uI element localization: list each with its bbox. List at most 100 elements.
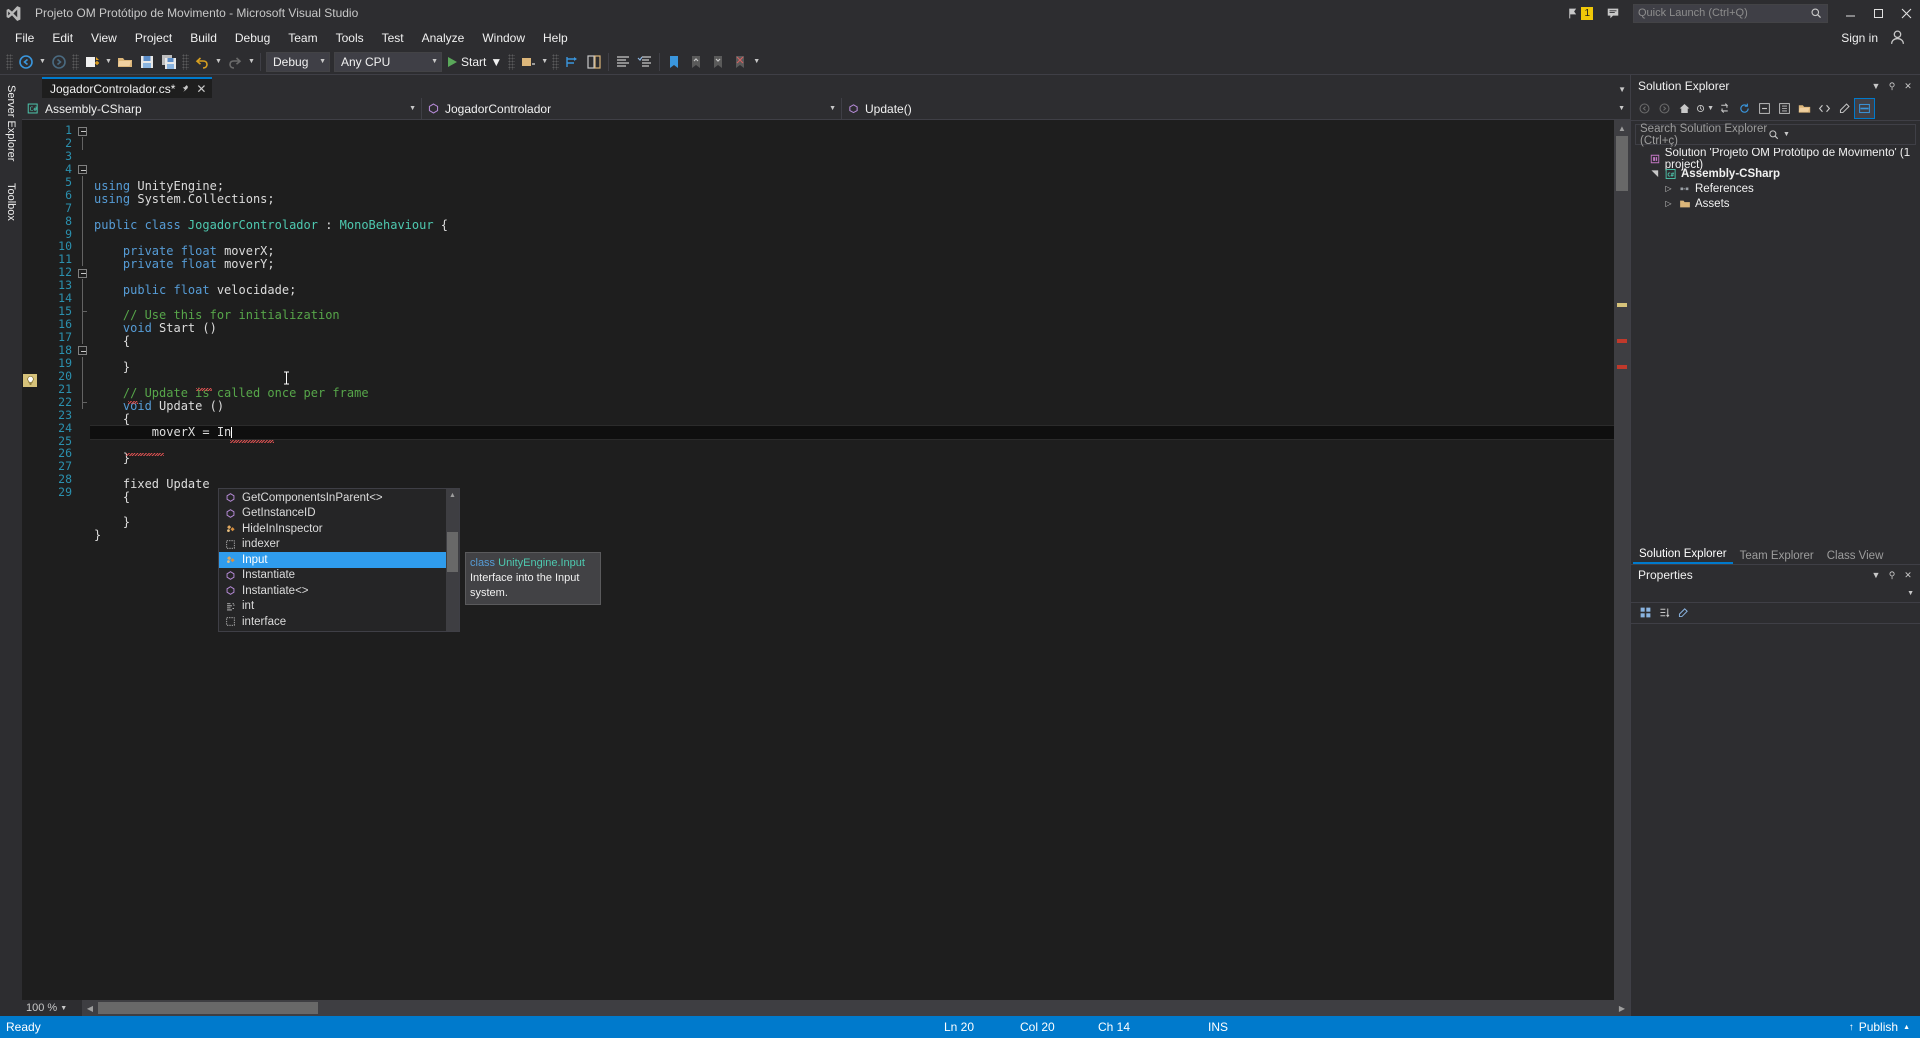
notifications-indicator[interactable]: 1	[1566, 6, 1593, 20]
home-icon[interactable]	[1675, 99, 1694, 118]
fold-collapse-icon[interactable]	[78, 165, 87, 175]
navbar-type-dropdown[interactable]: JogadorControlador ▼	[422, 97, 842, 120]
dropdown-icon[interactable]: ▼	[1868, 78, 1884, 94]
attach-dropdown[interactable]: ▼	[539, 51, 550, 73]
code-line[interactable]: // Use this for initialization	[90, 309, 1614, 322]
fold-collapse-icon[interactable]	[78, 126, 87, 136]
navbar-member-dropdown[interactable]: Update() ▼	[842, 98, 1630, 120]
back-icon[interactable]	[1635, 99, 1654, 118]
code-line[interactable]: public class JogadorControlador : MonoBe…	[90, 218, 1614, 232]
fold-marker[interactable]	[76, 124, 90, 137]
close-icon[interactable]: ✕	[1900, 567, 1916, 583]
menu-file[interactable]: File	[6, 28, 43, 48]
horizontal-scrollbar-thumb[interactable]	[98, 1002, 318, 1014]
toolbar-grip-5[interactable]	[552, 53, 560, 70]
redo-icon[interactable]	[224, 51, 246, 73]
fold-marker[interactable]	[76, 163, 90, 176]
tree-node[interactable]: ▷ References	[1631, 181, 1920, 196]
close-icon[interactable]: ✕	[1900, 78, 1916, 94]
platform-combo[interactable]: Any CPU ▼	[334, 51, 442, 72]
window-layout-icon[interactable]	[583, 51, 605, 73]
collapse-arrow-icon[interactable]: ▷	[1663, 183, 1674, 194]
bookmark-icon[interactable]	[663, 51, 685, 73]
completion-item[interactable]: GetInstanceID	[219, 506, 446, 522]
code-folding-margin[interactable]	[76, 120, 90, 1000]
toolbar-grip-4[interactable]	[508, 53, 516, 70]
completion-item[interactable]: HideInInspector	[219, 521, 446, 537]
comment-icon[interactable]	[612, 51, 634, 73]
pin-icon[interactable]	[181, 84, 190, 93]
publish-button[interactable]: ↑ Publish ▲	[1849, 1020, 1910, 1034]
search-solution-explorer-input[interactable]: Search Solution Explorer (Ctrl+ç) ▼	[1635, 123, 1916, 147]
menu-window[interactable]: Window	[473, 28, 534, 48]
close-button[interactable]	[1892, 0, 1920, 26]
fold-marker[interactable]	[76, 344, 90, 357]
quick-launch-input[interactable]: Quick Launch (Ctrl+Q)	[1633, 3, 1828, 23]
step-icon[interactable]	[561, 51, 583, 73]
completion-item[interactable]: Instantiate	[219, 568, 446, 584]
vertical-scrollbar-thumb[interactable]	[1616, 136, 1628, 191]
menu-help[interactable]: Help	[534, 28, 577, 48]
prev-bookmark-icon[interactable]	[685, 51, 707, 73]
navbar-project-dropdown[interactable]: C# Assembly-CSharp ▼	[22, 97, 422, 120]
save-icon[interactable]	[136, 51, 158, 73]
toolbar-grip-3[interactable]	[182, 53, 189, 70]
completion-item[interactable]: GetComponentsInParent<>	[219, 490, 446, 506]
code-line[interactable]: moverX = In	[90, 424, 1614, 440]
toolbar-grip-2[interactable]	[72, 53, 79, 70]
new-project-dropdown[interactable]: ▼	[103, 51, 114, 73]
fold-marker[interactable]	[76, 266, 90, 279]
menu-build[interactable]: Build	[181, 28, 226, 48]
completion-item[interactable]: Input	[219, 552, 446, 568]
pin-icon[interactable]: ⚲	[1884, 78, 1900, 94]
menu-view[interactable]: View	[82, 28, 126, 48]
scroll-up-icon[interactable]: ▲	[446, 489, 459, 502]
undo-dropdown[interactable]: ▼	[213, 51, 224, 73]
user-account-icon[interactable]	[1889, 29, 1906, 46]
code-line[interactable]	[90, 271, 1614, 284]
code-line[interactable]: using System.Collections;	[90, 192, 1614, 206]
open-file-icon[interactable]	[114, 51, 136, 73]
send-feedback-icon[interactable]	[1603, 3, 1623, 23]
attach-icon[interactable]	[517, 51, 539, 73]
tree-node[interactable]: ▷ Assets	[1631, 196, 1920, 211]
scroll-right-icon[interactable]: ▶	[1614, 1000, 1630, 1016]
editor-vertical-scrollbar[interactable]: ▲	[1614, 120, 1630, 1000]
completion-item[interactable]: Instantiate<>	[219, 583, 446, 599]
fold-collapse-icon[interactable]	[78, 268, 87, 278]
preview-selected-items-icon[interactable]	[1854, 98, 1875, 119]
save-all-icon[interactable]	[158, 51, 180, 73]
sidebar-item-server-explorer[interactable]: Server Explorer	[2, 79, 20, 168]
menu-project[interactable]: Project	[126, 28, 181, 48]
properties-icon[interactable]	[1775, 99, 1794, 118]
dropdown-icon[interactable]: ▼	[1868, 567, 1884, 583]
minimize-button[interactable]	[1836, 0, 1864, 26]
expand-arrow-icon[interactable]: ◢	[1649, 168, 1660, 179]
search-options-chevron-icon[interactable]: ▼	[1783, 131, 1911, 138]
editor-zoom-control[interactable]: 100 % ▼	[22, 1000, 82, 1016]
code-line[interactable]: using UnityEngine;	[90, 180, 1614, 193]
code-line[interactable]: {	[90, 412, 1614, 426]
code-line[interactable]: // Update is called once per frame	[90, 387, 1614, 400]
completion-item[interactable]: int	[219, 599, 446, 615]
completion-item[interactable]: interface	[219, 614, 446, 630]
new-project-icon[interactable]	[81, 51, 103, 73]
refresh-icon[interactable]	[1735, 99, 1754, 118]
view-code-icon[interactable]	[1815, 99, 1834, 118]
scrollbar-thumb[interactable]	[447, 532, 458, 572]
code-line[interactable]	[90, 232, 1614, 245]
collapse-all-icon[interactable]	[1755, 99, 1774, 118]
intellisense-scrollbar[interactable]: ▲	[446, 489, 459, 631]
code-line[interactable]: private float moverX;	[90, 244, 1614, 258]
solution-tree[interactable]: Solution 'Projeto OM Protótipo de Movime…	[1631, 148, 1920, 544]
completion-item[interactable]: indexer	[219, 537, 446, 553]
clear-bookmarks-icon[interactable]	[729, 51, 751, 73]
document-tab-jogadorcontrolador[interactable]: JogadorControlador.cs* ✕	[42, 77, 213, 98]
menu-test[interactable]: Test	[373, 28, 413, 48]
scroll-up-icon[interactable]: ▲	[1614, 120, 1630, 136]
code-editor-surface[interactable]: 1 2 3 4 5 6 7 8 9 10 11 12 13 14 15 16 17 18 19 20 21 22 23 24 2…	[22, 120, 1630, 1000]
menu-tools[interactable]: Tools	[327, 28, 373, 48]
sidebar-item-toolbox[interactable]: Toolbox	[2, 177, 20, 228]
menu-analyze[interactable]: Analyze	[413, 28, 474, 48]
collapse-arrow-icon[interactable]: ▷	[1663, 198, 1674, 209]
